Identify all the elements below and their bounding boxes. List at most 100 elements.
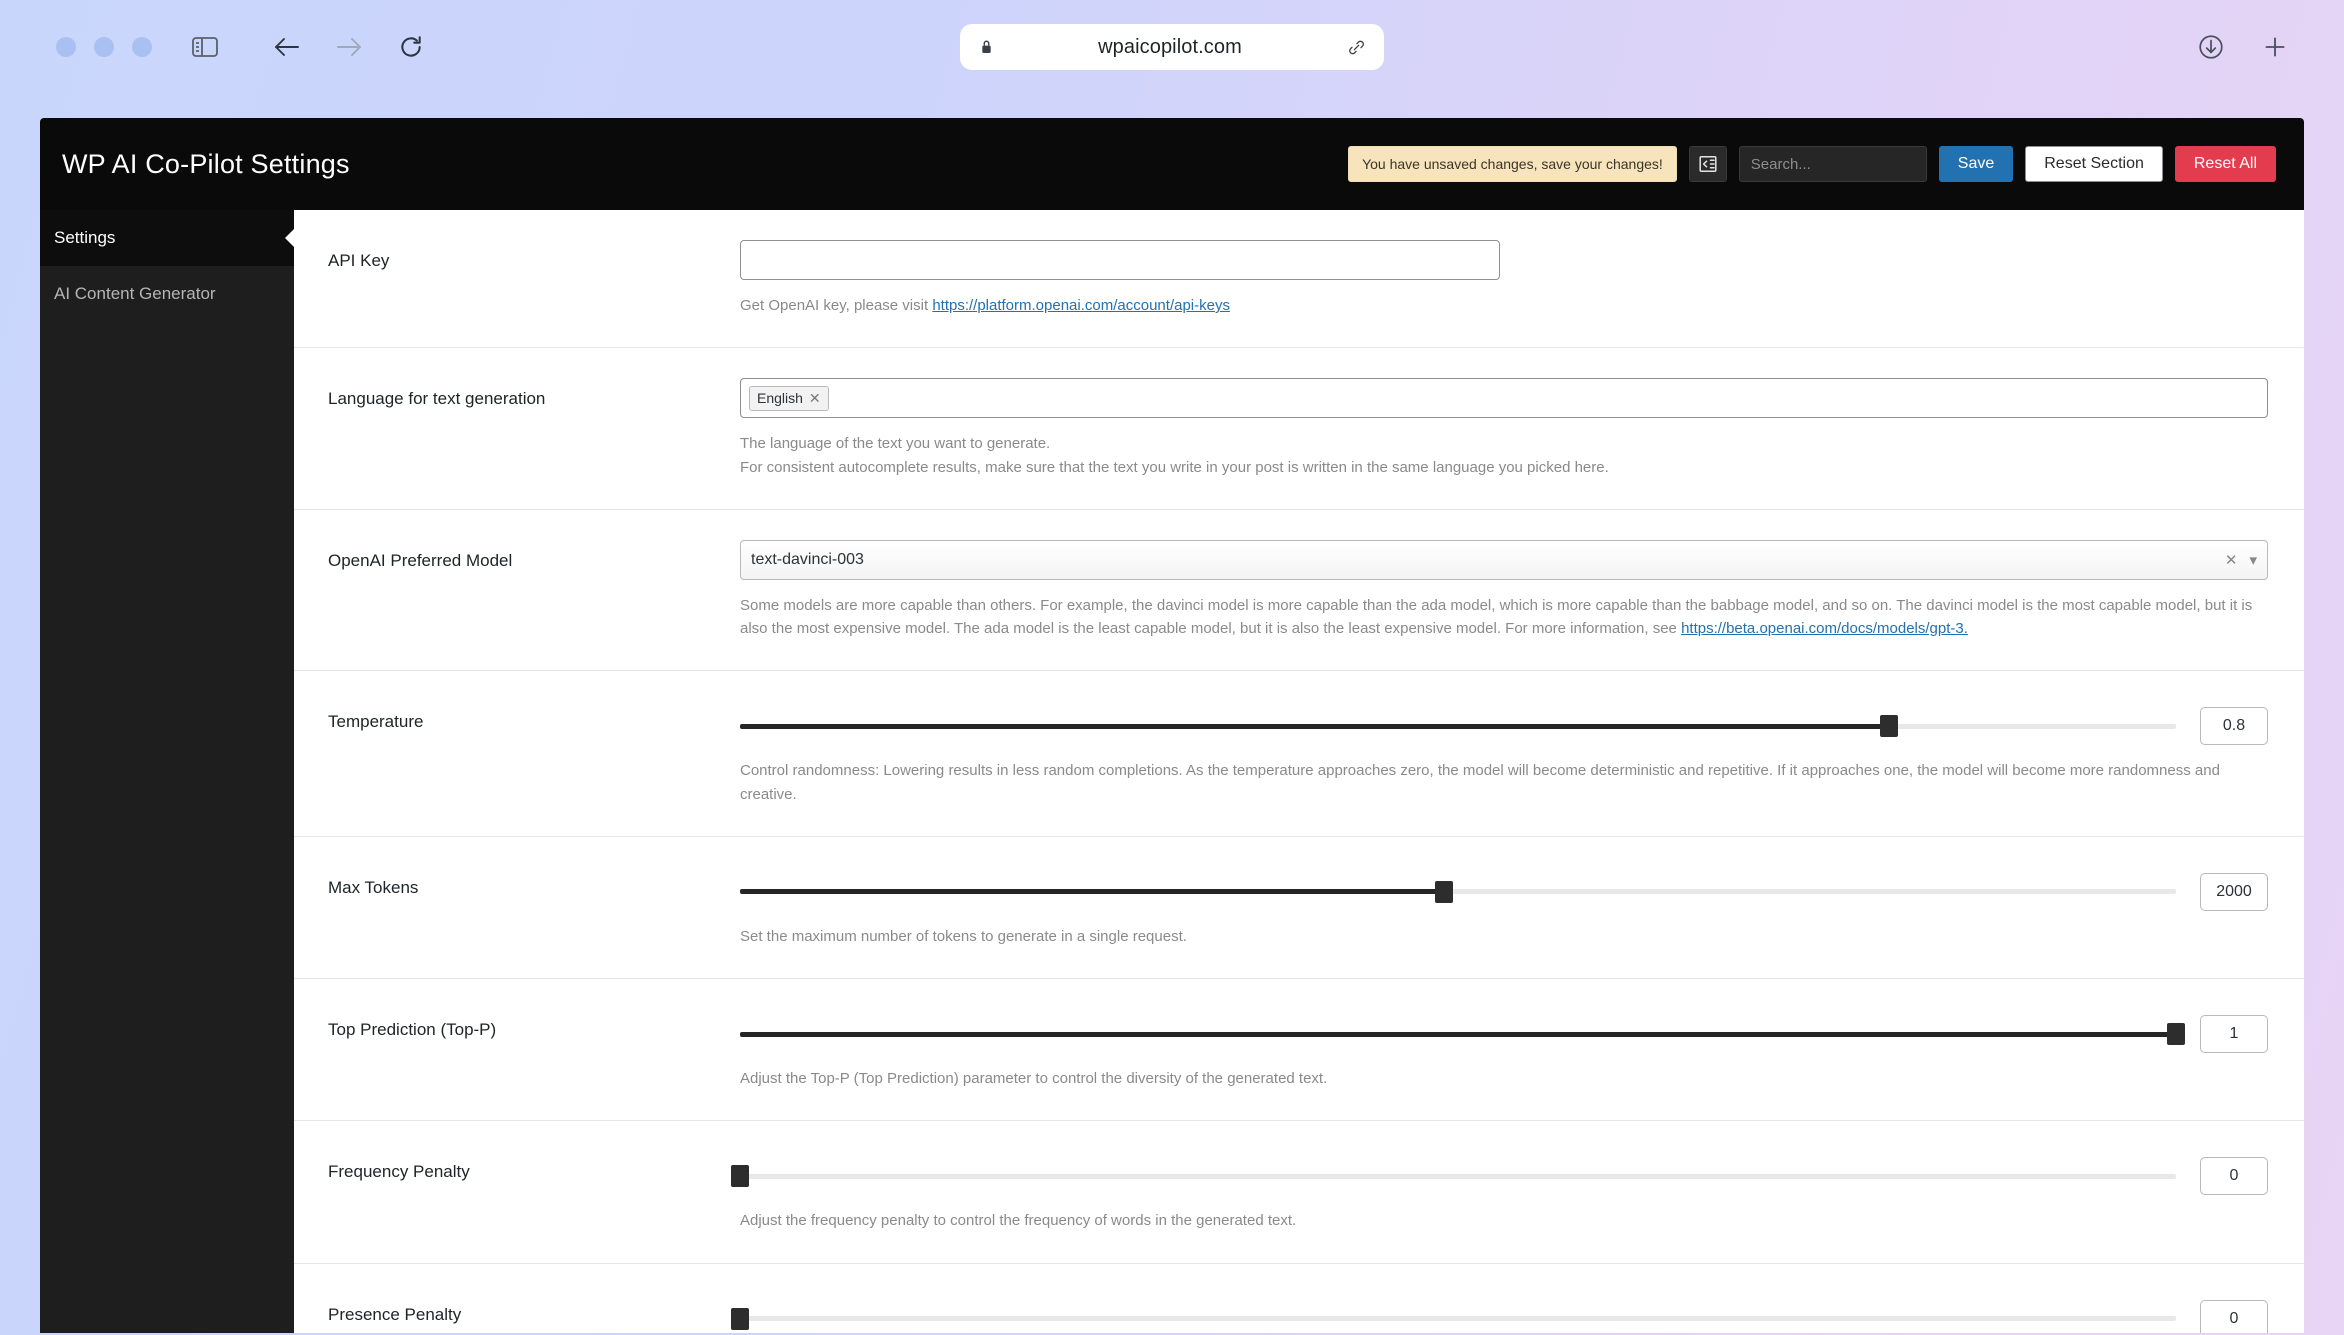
window-traffic-lights [56, 37, 152, 57]
sidebar-item-ai-content-generator[interactable]: AI Content Generator [40, 266, 294, 322]
api-key-label: API Key [328, 251, 390, 270]
address-bar[interactable]: wpaicopilot.com [960, 24, 1384, 70]
max-tokens-slider[interactable] [740, 880, 2176, 903]
chevron-down-icon[interactable]: ▾ [2249, 551, 2257, 569]
maximize-window-button[interactable] [132, 37, 152, 57]
close-window-button[interactable] [56, 37, 76, 57]
settings-sidebar: Settings AI Content Generator [40, 210, 294, 1333]
top-p-help: Adjust the Top-P (Top Prediction) parame… [740, 1070, 1328, 1087]
field-row-max-tokens: Max Tokens 2000 Set the maximum number o… [294, 837, 2304, 979]
slider-handle[interactable] [731, 1307, 749, 1330]
slider-handle[interactable] [731, 1165, 749, 1188]
field-row-frequency-penalty: Frequency Penalty 0 Adjust the frequency… [294, 1121, 2304, 1264]
frequency-penalty-value[interactable]: 0 [2200, 1157, 2268, 1196]
api-key-help: Get OpenAI key, please visit https://pla… [740, 294, 2268, 317]
forward-arrow-icon[interactable] [332, 30, 366, 64]
downloads-icon[interactable] [2194, 30, 2228, 64]
language-tag-input[interactable]: English ✕ [740, 378, 2268, 419]
api-key-help-text: Get OpenAI key, please visit [740, 297, 933, 314]
wp-admin-app: WP AI Co-Pilot Settings You have unsaved… [40, 118, 2304, 1333]
temperature-value[interactable]: 0.8 [2200, 707, 2268, 746]
reload-icon[interactable] [394, 30, 428, 64]
api-key-input[interactable] [740, 240, 1500, 280]
sidebar-item-settings[interactable]: Settings [40, 210, 294, 266]
frequency-penalty-help: Adjust the frequency penalty to control … [740, 1212, 1297, 1230]
top-p-value[interactable]: 1 [2200, 1015, 2268, 1053]
language-label: Language for text generation [328, 389, 546, 409]
app-header: WP AI Co-Pilot Settings You have unsaved… [40, 118, 2304, 210]
reset-section-button[interactable]: Reset Section [2025, 146, 2163, 182]
presence-penalty-value[interactable]: 0 [2200, 1299, 2268, 1333]
top-p-slider[interactable] [740, 1023, 2185, 1045]
navigation-buttons [270, 30, 428, 64]
toolbar-right-actions [2194, 30, 2306, 64]
slider-handle[interactable] [1879, 715, 1898, 738]
browser-window: wpaicopilot.com WP AI Co-Pilot Settings … [10, 8, 2334, 1335]
max-tokens-help: Set the maximum number of tokens to gene… [740, 927, 1187, 945]
max-tokens-value[interactable]: 2000 [2200, 872, 2268, 911]
language-tag-label: English [757, 390, 803, 407]
model-select-actions: ✕ ▾ [2225, 551, 2257, 569]
browser-toolbar: wpaicopilot.com [10, 8, 2334, 86]
field-row-temperature: Temperature 0.8 Control randomness: Lowe… [294, 671, 2304, 837]
header-actions: You have unsaved changes, save your chan… [1348, 146, 2276, 182]
frequency-penalty-label: Frequency Penalty [328, 1162, 470, 1182]
model-select-value: text-davinci-003 [751, 550, 864, 568]
clear-selection-icon[interactable]: ✕ [2225, 551, 2238, 569]
presence-penalty-label: Presence Penalty [328, 1304, 462, 1324]
presence-penalty-slider[interactable] [731, 1307, 2176, 1330]
max-tokens-slider-line: 2000 [740, 867, 2268, 911]
field-row-presence-penalty: Presence Penalty 0 Adjust the presence p… [294, 1264, 2304, 1333]
slider-fill [740, 1031, 2176, 1037]
top-p-label: Top Prediction (Top-P) [328, 1020, 497, 1039]
unsaved-changes-notice: You have unsaved changes, save your chan… [1348, 146, 1677, 182]
slider-handle[interactable] [2167, 1023, 2185, 1045]
sidebar-item-label: AI Content Generator [54, 284, 216, 303]
remove-tag-icon[interactable]: ✕ [809, 390, 821, 407]
field-row-model: OpenAI Preferred Model text-davinci-003 … [294, 510, 2304, 672]
app-body: Settings AI Content Generator API Key Ge… [40, 210, 2304, 1333]
temperature-slider-line: 0.8 [740, 701, 2268, 746]
collapse-panel-icon[interactable] [1688, 146, 1727, 182]
url-text: wpaicopilot.com [1098, 35, 1242, 58]
slider-fill [740, 723, 1889, 729]
model-select[interactable]: text-davinci-003 ✕ ▾ [740, 539, 2268, 580]
field-row-language: Language for text generation English ✕ T… [294, 348, 2304, 510]
lock-icon [978, 39, 994, 55]
language-help: The language of the text you want to gen… [740, 432, 2268, 479]
frequency-penalty-slider[interactable] [731, 1165, 2176, 1188]
slider-handle[interactable] [1434, 880, 1453, 903]
slider-track [740, 1173, 2176, 1179]
new-tab-icon[interactable] [2258, 30, 2292, 64]
model-help: Some models are more capable than others… [740, 594, 2268, 641]
frequency-penalty-slider-line: 0 [731, 1151, 2268, 1196]
model-label: OpenAI Preferred Model [328, 550, 513, 570]
sidebar-item-label: Settings [54, 228, 116, 247]
slider-fill [740, 889, 1444, 895]
active-pointer-icon [285, 229, 294, 247]
presence-penalty-slider-line: 0 [731, 1294, 2268, 1333]
openai-models-link[interactable]: https://beta.openai.com/docs/models/gpt-… [1681, 620, 1968, 637]
save-button[interactable]: Save [1938, 146, 2014, 182]
field-row-top-p: Top Prediction (Top-P) 1 Adjust the Top-… [294, 979, 2304, 1122]
field-row-api-key: API Key Get OpenAI key, please visit htt… [294, 210, 2304, 349]
settings-content: API Key Get OpenAI key, please visit htt… [294, 210, 2304, 1333]
language-tag: English ✕ [749, 385, 829, 411]
sidebar-toggle-icon[interactable] [188, 30, 222, 64]
language-help-line-1: The language of the text you want to gen… [740, 435, 1051, 453]
top-p-slider-line: 1 [740, 1009, 2268, 1053]
page-title: WP AI Co-Pilot Settings [62, 148, 350, 179]
link-icon[interactable] [1346, 38, 1366, 57]
minimize-window-button[interactable] [94, 37, 114, 57]
reset-all-button[interactable]: Reset All [2174, 146, 2276, 182]
slider-track [740, 1316, 2176, 1321]
openai-api-keys-link[interactable]: https://platform.openai.com/account/api-… [932, 297, 1230, 314]
back-arrow-icon[interactable] [270, 30, 304, 64]
language-help-line-2: For consistent autocomplete results, mak… [740, 458, 1609, 476]
model-help-text: Some models are more capable than others… [740, 596, 2253, 637]
temperature-label: Temperature [328, 712, 424, 732]
temperature-help: Control randomness: Lowering results in … [740, 762, 2220, 803]
search-input[interactable] [1738, 146, 1927, 182]
max-tokens-label: Max Tokens [328, 877, 419, 897]
temperature-slider[interactable] [740, 715, 2176, 738]
